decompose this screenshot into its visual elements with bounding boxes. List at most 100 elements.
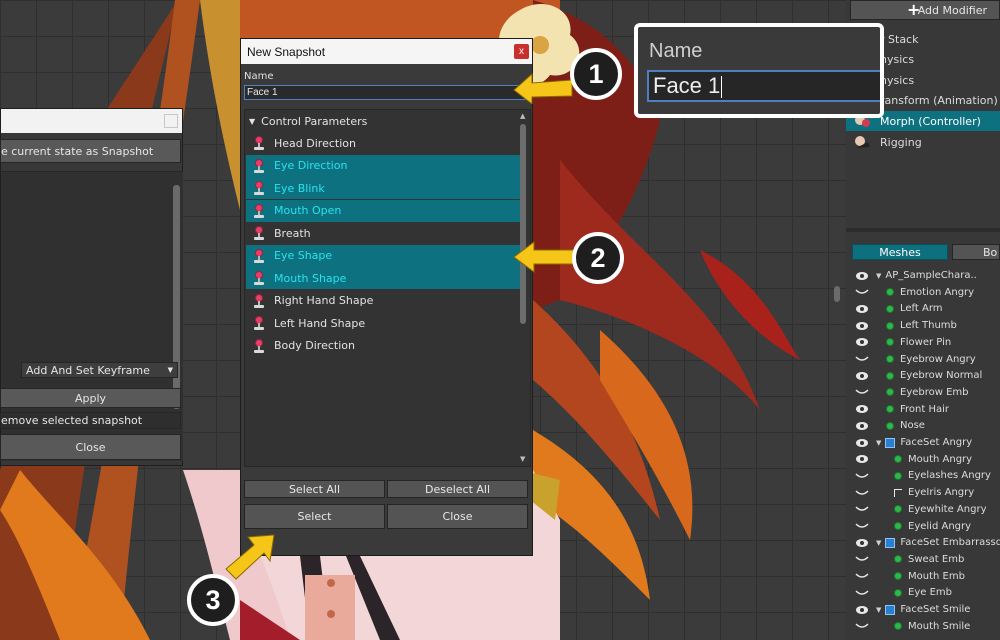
tree-item: Eyelashes Angry	[894, 470, 991, 481]
eye-icon[interactable]	[855, 454, 869, 464]
tree-row[interactable]: Eyelid Angry	[846, 518, 1000, 535]
tree-row[interactable]: EyeIris Angry	[846, 484, 1000, 501]
mesh-icon	[886, 405, 894, 414]
eye-closed-icon[interactable]	[855, 354, 869, 364]
select-all-button[interactable]: Select All	[244, 480, 385, 498]
tree-row[interactable]: Nose	[846, 417, 1000, 434]
eye-icon[interactable]	[855, 321, 869, 331]
tree-item-label: Mouth Smile	[908, 620, 971, 632]
mesh-icon	[894, 455, 902, 464]
param-row[interactable]: Mouth Open	[246, 199, 524, 222]
eye-icon[interactable]	[855, 271, 869, 281]
close-button[interactable]: Close	[387, 504, 528, 529]
tree-item-label: Eyebrow Emb	[900, 386, 969, 398]
param-row[interactable]: Right Hand Shape	[246, 290, 524, 312]
tree-row[interactable]: Mouth Emb	[846, 568, 1000, 585]
tree-row[interactable]: Eyebrow Normal	[846, 367, 1000, 384]
eye-closed-icon[interactable]	[855, 504, 869, 514]
tree-item-label: Left Arm	[900, 303, 943, 315]
tree-row[interactable]: Eyebrow Angry	[846, 351, 1000, 368]
param-label: Eye Direction	[274, 159, 348, 172]
tree-row[interactable]: ▼ FaceSet Smile	[846, 601, 1000, 618]
param-row[interactable]: Head Direction	[246, 132, 524, 154]
param-list-scrollbar[interactable]: ▲ ▼	[519, 112, 528, 464]
scroll-up-icon[interactable]: ▲	[520, 112, 525, 120]
tree-row[interactable]: Eyewhite Angry	[846, 501, 1000, 518]
expand-triangle-icon[interactable]: ▼	[876, 606, 881, 614]
add-modifier-button[interactable]: + Add Modifier	[850, 0, 1000, 20]
eye-closed-icon[interactable]	[855, 521, 869, 531]
tree-row[interactable]: ▼ FaceSet Embarrassd	[846, 534, 1000, 551]
eye-closed-icon[interactable]	[855, 588, 869, 598]
eye-icon[interactable]	[855, 421, 869, 431]
eye-closed-icon[interactable]	[855, 554, 869, 564]
expand-triangle-icon[interactable]: ▼	[876, 439, 881, 447]
new-snapshot-titlebar[interactable]: New Snapshot x	[241, 39, 532, 64]
param-label: Right Hand Shape	[274, 294, 374, 307]
param-row[interactable]: Breath	[246, 222, 524, 244]
control-parameters-group[interactable]: ▼ Control Parameters	[249, 115, 367, 128]
eye-icon[interactable]	[855, 438, 869, 448]
tree-row[interactable]: Left Thumb	[846, 317, 1000, 334]
eye-closed-icon[interactable]	[855, 387, 869, 397]
apply-button[interactable]: Apply	[0, 388, 181, 408]
tree-item: Mouth Emb	[894, 571, 965, 582]
modifier-item[interactable]: Rigging	[846, 132, 1000, 152]
tree-row[interactable]: Front Hair	[846, 401, 1000, 418]
tree-row[interactable]: Emotion Angry	[846, 284, 1000, 301]
param-row[interactable]: Mouth Shape	[246, 267, 524, 289]
eye-closed-icon[interactable]	[855, 621, 869, 631]
tree-row[interactable]: Eyebrow Emb	[846, 384, 1000, 401]
panel-splitter[interactable]	[834, 286, 840, 302]
remove-snapshot-button[interactable]: emove selected snapshot	[0, 412, 181, 429]
keyframe-mode-select[interactable]: Add And Set Keyframe ▼	[21, 362, 178, 378]
modifier-label: hysics	[880, 73, 915, 87]
left-dialog-close-icon[interactable]	[164, 114, 178, 128]
tree-row[interactable]: Mouth Angry	[846, 451, 1000, 468]
tree-row[interactable]: Eyelashes Angry	[846, 467, 1000, 484]
save-snapshot-button[interactable]: e current state as Snapshot	[0, 139, 181, 163]
scroll-down-icon[interactable]: ▼	[520, 455, 525, 463]
snapshot-name-input[interactable]: Face 1	[244, 85, 529, 100]
eye-icon[interactable]	[855, 538, 869, 548]
select-button[interactable]: Select	[244, 504, 385, 529]
eye-closed-icon[interactable]	[855, 471, 869, 481]
eye-icon[interactable]	[855, 404, 869, 414]
eye-icon[interactable]	[855, 304, 869, 314]
param-row[interactable]: Left Hand Shape	[246, 312, 524, 334]
tree-row[interactable]: Eye Emb	[846, 584, 1000, 601]
mesh-icon	[886, 321, 894, 330]
param-row[interactable]: Eye Direction	[246, 154, 524, 177]
eye-closed-icon[interactable]	[855, 571, 869, 581]
eye-icon[interactable]	[855, 371, 869, 381]
tree-row[interactable]: Mouth Smile	[846, 618, 1000, 635]
mesh-icon	[886, 288, 894, 297]
tree-row[interactable]: Sweat Emb	[846, 551, 1000, 568]
param-row[interactable]: Eye Blink	[246, 177, 524, 199]
modifier-label: hysics	[880, 53, 915, 67]
left-dialog-titlebar[interactable]	[1, 109, 182, 133]
tree-row[interactable]: Flower Pin	[846, 334, 1000, 351]
tree-row[interactable]: Left Arm	[846, 300, 1000, 317]
tab-bones[interactable]: Bo	[952, 244, 1000, 260]
tree-row[interactable]: ▼ FaceSet Angry	[846, 434, 1000, 451]
param-row[interactable]: Eye Shape	[246, 244, 524, 267]
tree-item-label: Eyelid Angry	[908, 520, 972, 532]
joystick-icon	[253, 248, 265, 263]
left-close-button[interactable]: Close	[0, 434, 181, 460]
expand-triangle-icon[interactable]: ▼	[876, 539, 881, 547]
eye-closed-icon[interactable]	[855, 287, 869, 297]
tree-row[interactable]: ▼ AP_SampleChara..	[846, 267, 1000, 284]
close-icon[interactable]: x	[514, 44, 529, 59]
eye-icon[interactable]	[855, 605, 869, 615]
deselect-all-label: Deselect All	[424, 482, 491, 496]
scroll-thumb[interactable]	[520, 124, 526, 324]
tree-item-label: Eyebrow Angry	[900, 353, 976, 365]
eye-icon[interactable]	[855, 337, 869, 347]
tree-item: EyeIris Angry	[893, 487, 974, 498]
deselect-all-button[interactable]: Deselect All	[387, 480, 528, 498]
tab-meshes[interactable]: Meshes	[852, 244, 948, 260]
expand-triangle-icon[interactable]: ▼	[876, 272, 881, 280]
param-row[interactable]: Body Direction	[246, 335, 524, 357]
eye-closed-icon[interactable]	[855, 488, 869, 498]
